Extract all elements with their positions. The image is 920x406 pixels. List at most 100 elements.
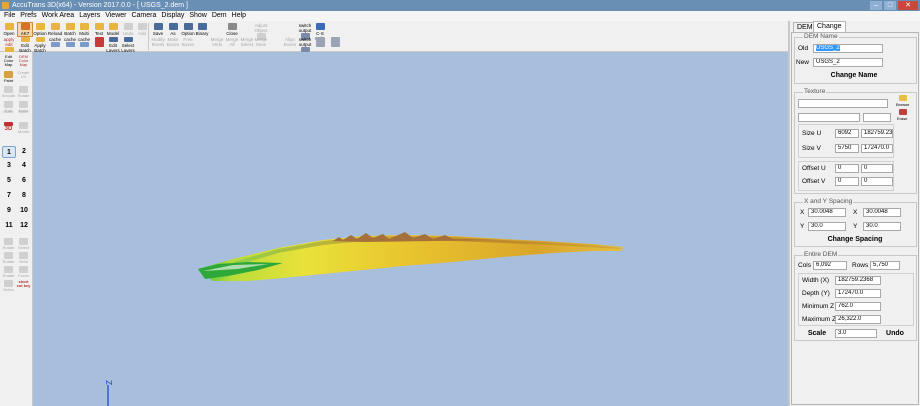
spacing-y-field-2[interactable]: 30.0	[863, 222, 901, 231]
texture-field-2[interactable]	[798, 113, 860, 122]
view-button-4[interactable]: 4	[17, 160, 31, 172]
apply-batch-button[interactable]: Apply Batch	[32, 37, 48, 53]
spacing-x-field-1[interactable]: 30.0048	[808, 208, 846, 217]
view-button-9[interactable]: 9	[2, 205, 16, 217]
tool-mode-2[interactable]: Mode	[1, 110, 16, 114]
tool-smooth[interactable]: Smooth	[1, 86, 16, 98]
paint-button[interactable]: Paint	[1, 71, 16, 83]
shortcut-key-button[interactable]: short cut key	[16, 280, 31, 288]
offset-u-field-1[interactable]: 0	[835, 164, 859, 173]
spacing-y-field-1[interactable]: 30.0	[808, 222, 846, 231]
menu-prefs[interactable]: Prefs	[20, 11, 36, 21]
change-name-button[interactable]: Change Name	[823, 71, 885, 81]
cols-field[interactable]: 6,092	[813, 261, 847, 270]
offset-v-field-1[interactable]: 0	[835, 177, 859, 186]
tool-verts[interactable]: Verts	[16, 252, 31, 264]
depth-field[interactable]: 172470.0	[835, 289, 881, 298]
tool-model[interactable]: Model	[16, 122, 31, 134]
edit-batch-button[interactable]: Edit Batch	[17, 37, 33, 53]
size-v-field-1[interactable]: 5750	[835, 144, 859, 153]
close-window-button[interactable]: ✕	[898, 1, 918, 10]
tool-faces[interactable]: Faces	[16, 266, 31, 278]
spacing-x-field-2[interactable]: 30.0048	[863, 208, 901, 217]
make-boxes-button[interactable]: Make Boxes	[165, 37, 181, 47]
view-button-10[interactable]: 10	[17, 205, 31, 217]
ak7-button[interactable]: AK7	[17, 22, 33, 37]
size-u-field-2[interactable]: 182759.236	[861, 129, 893, 138]
tool-rotate[interactable]: Rotate	[16, 86, 31, 98]
menu-help[interactable]: Help	[232, 11, 246, 21]
tool-rotate-2[interactable]: Rotate	[1, 252, 16, 264]
min-z-field[interactable]: 762.0	[835, 302, 881, 311]
size-v-field-2[interactable]: 172470.0	[861, 144, 893, 153]
minimize-button[interactable]: –	[870, 1, 882, 10]
view-button-3[interactable]: 3	[2, 160, 16, 172]
old-name-field[interactable]: USGS_2	[813, 44, 883, 53]
view-button-12[interactable]: 12	[17, 220, 31, 232]
view-button-2[interactable]: 2	[17, 146, 31, 158]
open-button[interactable]: Open	[1, 23, 17, 36]
free-boxes-button[interactable]: Free Boxes	[180, 37, 196, 47]
select-layers-button[interactable]: Select Layers	[120, 37, 136, 53]
view-button-7[interactable]: 7	[2, 190, 16, 202]
scale-button[interactable]: Scale	[803, 329, 831, 339]
undo-scale-button[interactable]: Undo	[883, 329, 907, 339]
view-button-1[interactable]: 1	[2, 146, 16, 158]
align-boxes-button[interactable]: Align Boxes	[282, 37, 298, 47]
view-button-11[interactable]: 11	[2, 220, 16, 232]
view-button-6[interactable]: 6	[17, 175, 31, 187]
offset-v-field-2[interactable]: 0	[861, 177, 893, 186]
tool-rotate-3[interactable]: Rotate	[1, 266, 16, 278]
menu-show[interactable]: Show	[189, 11, 207, 21]
save-binary-button[interactable]: Binary	[194, 23, 210, 36]
tab-change[interactable]: Change	[813, 21, 846, 32]
scale-field[interactable]: 3.0	[835, 329, 877, 338]
size-u-field-1[interactable]: 6092	[835, 129, 859, 138]
tool-mode-3[interactable]: Mode	[16, 110, 31, 114]
merge-all-button[interactable]: Merge All	[224, 37, 240, 47]
menu-display[interactable]: Display	[161, 11, 184, 21]
menu-layers[interactable]: Layers	[79, 11, 100, 21]
tv3d-button[interactable]: 3D	[1, 122, 16, 132]
reload-button[interactable]: Reload	[47, 23, 63, 36]
merge-verts-button[interactable]: Merge Verts	[209, 37, 225, 47]
width-field[interactable]: 182759.2368	[835, 276, 881, 285]
close-button[interactable]: Close	[224, 23, 240, 36]
rows-field[interactable]: 5,750	[870, 261, 900, 270]
option-button[interactable]: Option	[32, 23, 48, 36]
menu-work-area[interactable]: Work Area	[42, 11, 75, 21]
cache-button-1[interactable]: cache	[47, 37, 63, 48]
texture-path-field[interactable]	[798, 99, 888, 108]
new-name-field[interactable]: USGS_2	[813, 58, 883, 67]
edit-color-map-button[interactable]: Edit Color Map	[1, 55, 16, 67]
change-spacing-button[interactable]: Change Spacing	[820, 235, 890, 245]
create-uv-button[interactable]: Create UV	[16, 71, 31, 79]
cache-button-3[interactable]: cache	[76, 37, 92, 48]
menu-file[interactable]: File	[4, 11, 15, 21]
save-button[interactable]: Save	[150, 23, 166, 36]
edit-layers-button[interactable]: Edit Layers	[105, 37, 121, 53]
3d-viewport[interactable]: Z	[33, 52, 788, 406]
merge-save-button[interactable]: Merge Save	[253, 37, 269, 47]
texture-field-3[interactable]	[863, 113, 891, 122]
dem-color-map-button[interactable]: DEM Color Map	[16, 55, 31, 67]
view-button-5[interactable]: 5	[2, 175, 16, 187]
switch-output-button-2[interactable]: switch output	[297, 37, 313, 53]
modify-boxes-button[interactable]: Modify Boxes	[150, 37, 166, 47]
view-button-8[interactable]: 8	[17, 190, 31, 202]
browse-folder-icon[interactable]	[899, 95, 907, 101]
maximize-button[interactable]: □	[884, 1, 896, 10]
max-z-field[interactable]: 26,322.0	[835, 315, 881, 324]
tool-notes[interactable]: Notes	[1, 280, 16, 292]
menu-dem[interactable]: Dem	[212, 11, 227, 21]
tool-rotate-view[interactable]: Rotate	[1, 238, 16, 250]
offset-u-field-2[interactable]: 0	[861, 164, 893, 173]
menu-viewer[interactable]: Viewer	[105, 11, 126, 21]
erase-icon[interactable]	[899, 109, 907, 115]
zoom-button[interactable]	[327, 37, 343, 48]
grid-button[interactable]	[312, 37, 328, 48]
menu-camera[interactable]: Camera	[131, 11, 156, 21]
multi-button[interactable]: Multi	[76, 23, 92, 36]
apply-edit-button[interactable]: apply edit	[1, 37, 17, 53]
model-button[interactable]: Model	[105, 23, 121, 36]
